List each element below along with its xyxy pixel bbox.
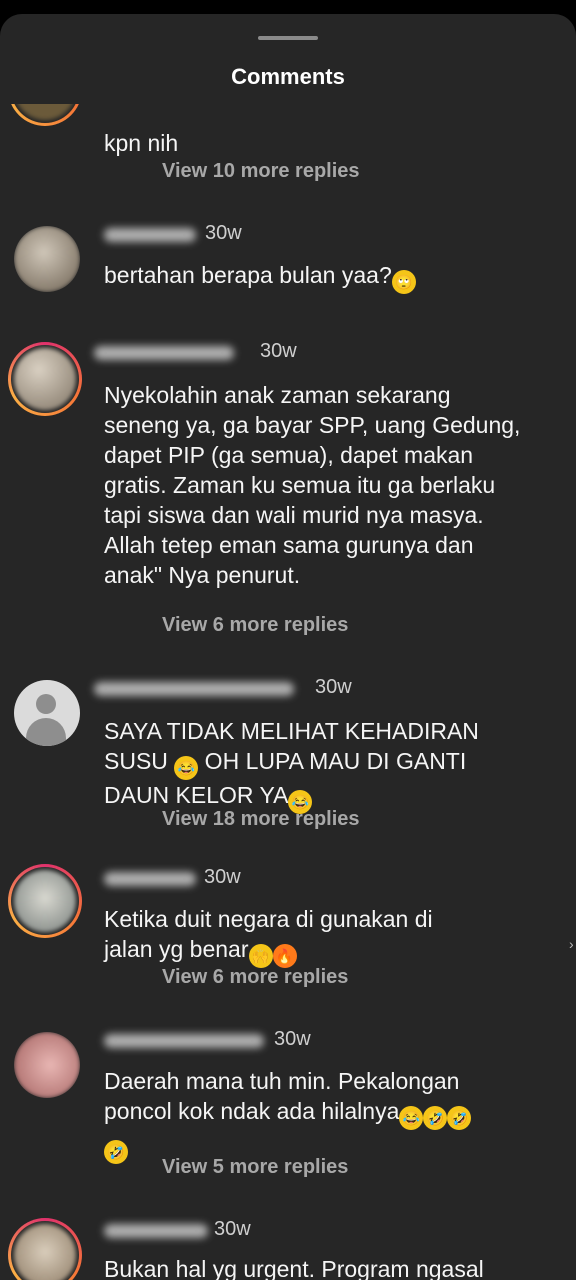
comment-text: Daerah mana tuh min. Pekalongan poncol k… [104, 1066, 554, 1164]
comment-meta: 30w [94, 340, 404, 362]
comment-fragment: poncol kok ndak ada hilalnya [104, 1098, 400, 1124]
username-redacted[interactable] [104, 1034, 264, 1048]
timestamp: 30w [260, 340, 297, 362]
comment-line: SUSU 😂 OH LUPA MAU DI GANTI [104, 746, 554, 780]
comment-line: SAYA TIDAK MELIHAT KEHADIRAN [104, 718, 479, 744]
comment-text: Nyekolahin anak zaman sekarang seneng ya… [104, 382, 521, 588]
view-replies-link[interactable]: View 10 more replies [162, 160, 360, 183]
avatar[interactable] [8, 104, 82, 126]
person-body-icon [26, 718, 66, 746]
comment-list[interactable]: kpn nih View 10 more replies 30w bertaha… [0, 104, 576, 1280]
comment-text: kpn nih [104, 130, 179, 156]
avatar[interactable] [8, 1218, 82, 1280]
view-replies-link[interactable]: View 18 more replies [162, 808, 360, 831]
comment-fragment: OH LUPA MAU DI GANTI [198, 748, 467, 774]
comments-sheet: Comments kpn nih View 10 more replies 30… [0, 14, 576, 1280]
comment-text: Ketika duit negara di gunakan di jalan y… [104, 904, 554, 968]
timestamp: 30w [315, 676, 352, 698]
timestamp: 30w [274, 1028, 311, 1050]
username-redacted[interactable] [104, 228, 196, 242]
avatar[interactable] [8, 342, 82, 416]
username-redacted[interactable] [94, 346, 234, 360]
comment-line: Ketika duit negara di gunakan di [104, 906, 433, 932]
comment-meta: 30w [94, 676, 404, 698]
drag-handle[interactable] [258, 36, 318, 40]
comment-text: Bukan hal yg urgent. Program ngasal [104, 1256, 484, 1280]
timestamp: 30w [204, 866, 241, 888]
avatar[interactable] [14, 1032, 80, 1098]
username-redacted[interactable] [104, 872, 196, 886]
comment-text: SAYA TIDAK MELIHAT KEHADIRAN SUSU 😂 OH L… [104, 716, 554, 814]
timestamp: 30w [214, 1218, 251, 1240]
comment-meta: 30w [104, 1218, 404, 1240]
view-replies-link[interactable]: View 5 more replies [162, 1156, 348, 1179]
view-replies-link[interactable]: View 6 more replies [162, 614, 348, 637]
timestamp: 30w [205, 222, 242, 244]
avatar-default[interactable] [14, 680, 80, 746]
face-with-tears-of-joy-icon: 😂 [399, 1106, 424, 1130]
comment-line: jalan yg benar 🙌 🔥 [104, 934, 554, 968]
comment-meta: 30w [104, 866, 404, 888]
username-redacted[interactable] [94, 682, 294, 696]
scroll-indicator[interactable]: › [569, 936, 576, 952]
comment-line: Daerah mana tuh min. Pekalongan [104, 1068, 460, 1094]
avatar[interactable] [8, 864, 82, 938]
face-rolling-eyes-icon: 🙄 [391, 270, 416, 294]
person-head-icon [36, 694, 56, 714]
comment-meta: 30w [104, 1028, 424, 1050]
fire-icon: 🔥 [272, 944, 297, 968]
comment-fragment: SUSU [104, 748, 168, 774]
comment-meta: 30w [104, 222, 404, 244]
rolling-on-floor-laughing-icon: 🤣 [447, 1106, 472, 1130]
sheet-title: Comments [231, 64, 345, 89]
comment-text: bertahan berapa bulan yaa? 🙄 [104, 260, 554, 294]
username-redacted[interactable] [104, 1224, 208, 1238]
comment-fragment: jalan yg benar [104, 936, 249, 962]
rolling-on-floor-laughing-icon: 🤣 [104, 1140, 128, 1164]
avatar[interactable] [14, 226, 80, 292]
comment-text-body: bertahan berapa bulan yaa? [104, 262, 392, 288]
rolling-on-floor-laughing-icon: 🤣 [423, 1106, 448, 1130]
comment-line: poncol kok ndak ada hilalnya 😂 🤣 🤣 [104, 1096, 554, 1130]
comment-fragment: DAUN KELOR YA [104, 782, 289, 808]
face-with-tears-of-joy-icon: 😂 [174, 756, 199, 780]
view-replies-link[interactable]: View 6 more replies [162, 966, 348, 989]
raising-hands-icon: 🙌 [248, 944, 273, 968]
